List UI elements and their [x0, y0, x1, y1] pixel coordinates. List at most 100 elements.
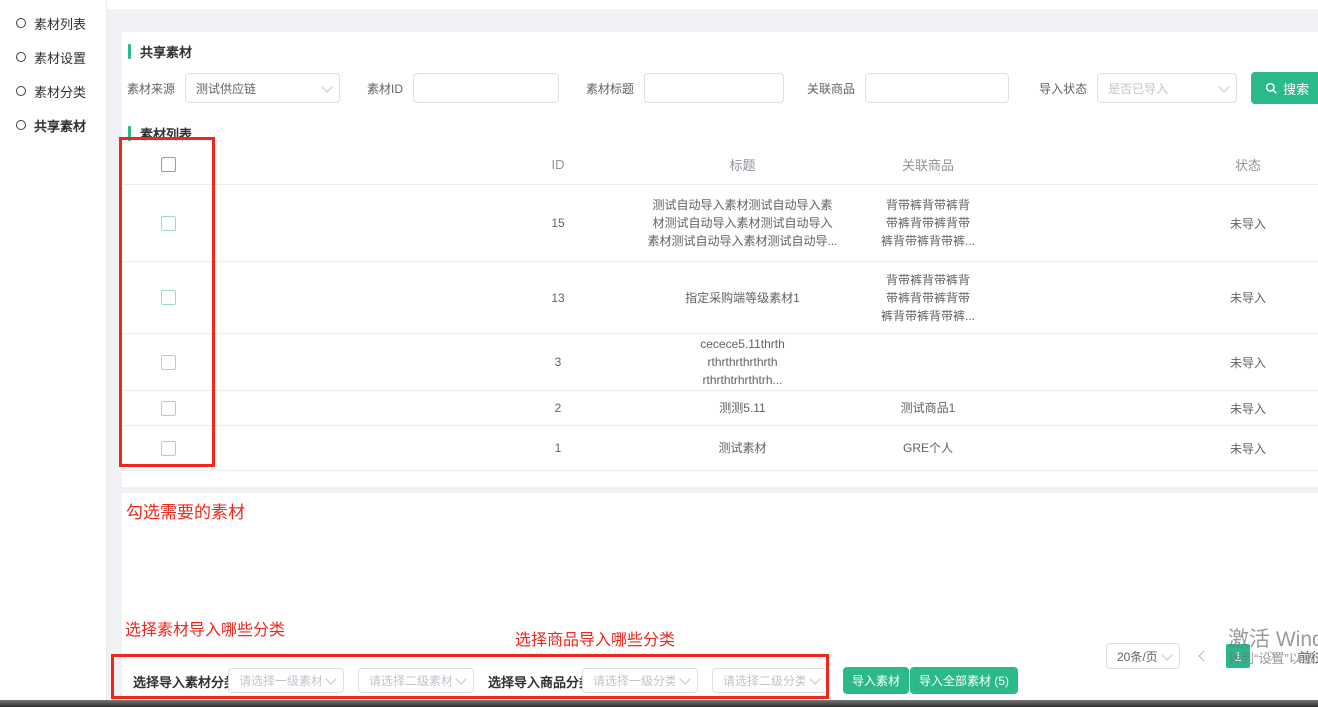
table-row: 2 测测5.11 测试商品1 未导入 [122, 391, 1318, 426]
sidebar: 素材列表 素材设置 素材分类 共享素材 [0, 0, 107, 701]
chevron-left-icon [1198, 650, 1209, 661]
related-product-input[interactable] [865, 73, 1009, 103]
section-title-list: 素材列表 [128, 124, 192, 143]
search-button[interactable]: 搜索 [1251, 72, 1318, 104]
radio-circle-icon [16, 86, 26, 96]
import-status-placeholder: 是否已导入 [1108, 80, 1214, 97]
cell-id: 3 [467, 355, 649, 369]
chevron-down-icon [1161, 649, 1172, 660]
select-all-cell[interactable] [122, 157, 215, 172]
material-category-l1-select[interactable]: 请选择一级素材分类 [228, 668, 344, 693]
cell-title: 指定采购端等级素材1 [649, 289, 836, 307]
row-checkbox-cell[interactable] [122, 216, 215, 231]
cell-product: 测试商品1 [836, 399, 1020, 417]
page-background-strip [106, 9, 122, 701]
radio-circle-icon [16, 18, 26, 28]
search-button-label: 搜索 [1283, 79, 1309, 98]
row-checkbox[interactable] [161, 216, 176, 231]
material-table: ID 标题 关联商品 状态 15 测试自动导入素材测试自动导入素材测试自动导入素… [122, 144, 1318, 471]
table-row: 13 指定采购端等级素材1 背带裤背带裤背带裤背带裤背带裤背带裤背带裤... 未… [122, 262, 1318, 334]
chevron-down-icon [1218, 81, 1229, 92]
import-all-material-button[interactable]: 导入全部素材 (5) [910, 667, 1018, 694]
product-category-l1-select[interactable]: 请选择一级分类 [582, 668, 698, 693]
next-page-button[interactable] [1258, 644, 1282, 668]
cell-status: 未导入 [1020, 400, 1318, 417]
import-controls: 选择导入素材分类 请选择一级素材分类 请选择二级素材分类 选择导入商品分类 请选… [122, 666, 1318, 694]
header-product: 关联商品 [836, 155, 1020, 174]
source-label: 素材来源 [127, 80, 175, 97]
cell-status: 未导入 [1020, 289, 1318, 306]
chevron-down-icon [679, 673, 690, 684]
chevron-down-icon [325, 673, 336, 684]
sidebar-item-label: 素材分类 [34, 82, 86, 101]
page-size-value: 20条/页 [1117, 648, 1157, 665]
chevron-right-icon [1264, 650, 1275, 661]
section-title-shared: 共享素材 [128, 42, 192, 61]
cell-id: 2 [467, 401, 649, 415]
section-title-text: 共享素材 [140, 42, 192, 61]
sidebar-item-material-category[interactable]: 素材分类 [0, 74, 106, 108]
row-checkbox[interactable] [161, 441, 176, 456]
green-bar-icon [128, 126, 131, 141]
source-select-value: 测试供应链 [196, 80, 317, 97]
import-status-select[interactable]: 是否已导入 [1097, 73, 1237, 103]
material-id-label: 素材ID [367, 80, 403, 97]
header-status: 状态 [1020, 155, 1318, 174]
row-checkbox-cell[interactable] [122, 355, 215, 370]
cell-status: 未导入 [1020, 215, 1318, 232]
import-material-button[interactable]: 导入素材 [843, 667, 909, 694]
cell-title: 测试自动导入素材测试自动导入素材测试自动导入素材测试自动导入素材测试自动导入素材… [649, 196, 836, 250]
shared-material-card: 共享素材 素材来源 测试供应链 素材ID 素材标题 关联商品 导入状态 是否已导… [122, 32, 1318, 487]
material-category-l1-placeholder: 请选择一级素材分类 [239, 672, 321, 689]
current-page-button[interactable]: 1 [1226, 644, 1250, 668]
material-id-input[interactable] [413, 73, 559, 103]
select-all-checkbox[interactable] [161, 157, 176, 172]
annotation-check-note: 勾选需要的素材 [126, 498, 245, 523]
import-actions-card: 勾选需要的素材 选择素材导入哪些分类 选择商品导入哪些分类 20条/页 1 前往… [122, 493, 1318, 701]
radio-circle-icon [16, 120, 26, 130]
goto-page-label: 前往 [1298, 647, 1318, 666]
row-checkbox[interactable] [161, 290, 176, 305]
radio-circle-icon [16, 52, 26, 62]
green-bar-icon [128, 44, 131, 59]
table-row: 15 测试自动导入素材测试自动导入素材测试自动导入素材测试自动导入素材测试自动导… [122, 185, 1318, 262]
cell-title: cecece5.11thrthrthrthrthrthrthrthrthtrhr… [649, 335, 836, 389]
page-background-band [106, 9, 1318, 32]
chevron-down-icon [809, 673, 820, 684]
sidebar-item-shared-material[interactable]: 共享素材 [0, 108, 106, 142]
product-category-l2-select[interactable]: 请选择二级分类 [712, 668, 828, 693]
prev-page-button[interactable] [1192, 644, 1216, 668]
header-title: 标题 [649, 155, 836, 174]
annotation-product-category-note: 选择商品导入哪些分类 [515, 626, 675, 650]
cell-id: 15 [467, 216, 649, 230]
row-checkbox-cell[interactable] [122, 290, 215, 305]
related-product-label: 关联商品 [807, 80, 855, 97]
cell-title: 测测5.11 [649, 399, 836, 417]
import-status-label: 导入状态 [1039, 80, 1087, 97]
source-select[interactable]: 测试供应链 [185, 73, 340, 103]
sidebar-item-material-list[interactable]: 素材列表 [0, 6, 106, 40]
material-category-label: 选择导入素材分类 [133, 672, 237, 691]
window-bottom-edge [0, 700, 1318, 707]
row-checkbox[interactable] [161, 401, 176, 416]
sidebar-item-material-settings[interactable]: 素材设置 [0, 40, 106, 74]
row-checkbox-cell[interactable] [122, 441, 215, 456]
cell-product: 背带裤背带裤背带裤背带裤背带裤背带裤背带裤... [836, 271, 1020, 325]
cell-id: 1 [467, 441, 649, 455]
row-checkbox[interactable] [161, 355, 176, 370]
chevron-down-icon [321, 81, 332, 92]
material-title-label: 素材标题 [586, 80, 634, 97]
search-icon [1265, 82, 1278, 95]
product-category-label: 选择导入商品分类 [488, 672, 592, 691]
search-form: 素材来源 测试供应链 素材ID 素材标题 关联商品 导入状态 是否已导入 [127, 72, 1318, 104]
material-title-input[interactable] [644, 73, 784, 103]
annotation-material-category-note: 选择素材导入哪些分类 [125, 616, 285, 640]
product-category-l1-placeholder: 请选择一级分类 [593, 672, 675, 689]
chevron-down-icon [455, 673, 466, 684]
table-row: 1 测试素材 GRE个人 未导入 [122, 426, 1318, 471]
row-checkbox-cell[interactable] [122, 401, 215, 416]
material-category-l2-placeholder: 请选择二级素材分类 [369, 672, 451, 689]
cell-title: 测试素材 [649, 439, 836, 457]
sidebar-item-label: 共享素材 [34, 116, 86, 135]
material-category-l2-select[interactable]: 请选择二级素材分类 [358, 668, 474, 693]
